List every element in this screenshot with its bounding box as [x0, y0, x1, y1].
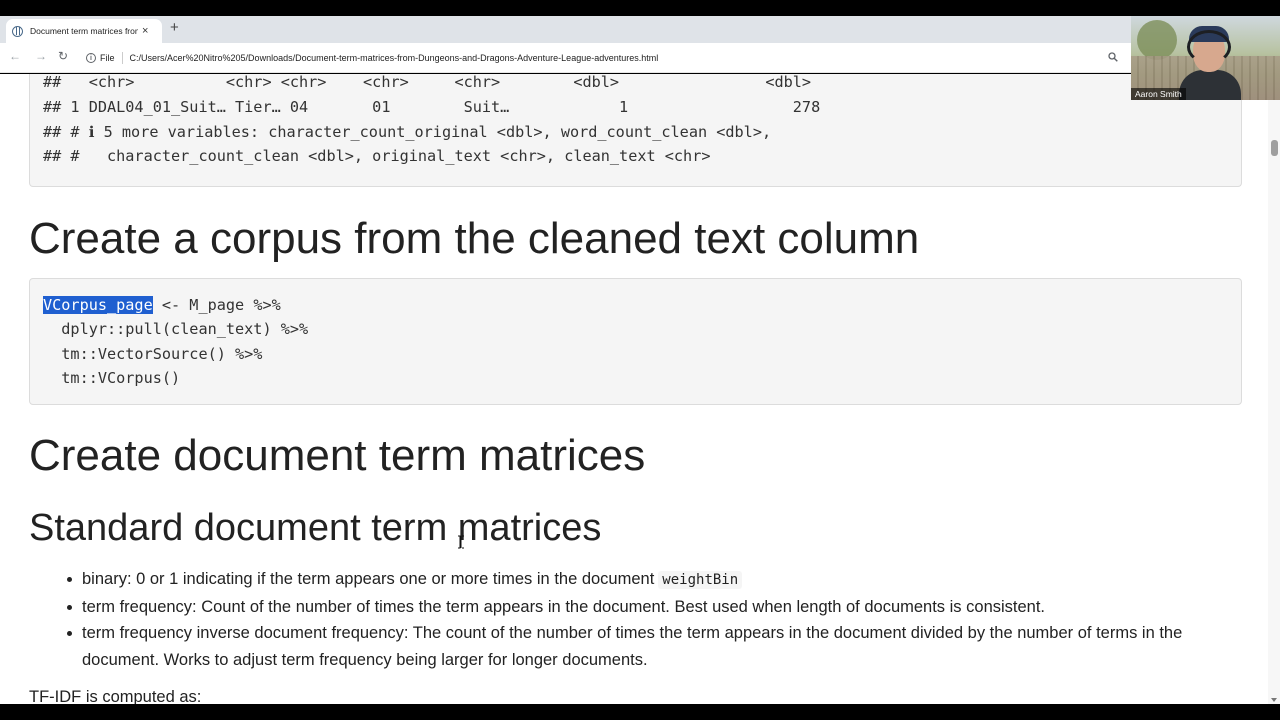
subsection-heading-standard: Standard document term matrices	[29, 507, 602, 549]
headset-icon	[1187, 30, 1231, 64]
scroll-down-arrow-icon[interactable]	[1271, 698, 1277, 702]
url-text[interactable]: C:/Users/Acer%20Nitro%205/Downloads/Docu…	[130, 53, 659, 63]
section-heading-corpus: Create a corpus from the cleaned text co…	[29, 214, 920, 263]
browser-tab-active[interactable]: Document term matrices from D ×	[6, 19, 162, 43]
info-icon[interactable]: i	[86, 53, 96, 63]
tfidf-intro-text: TF-IDF is computed as:	[29, 688, 202, 704]
back-arrow-icon[interactable]: ←	[9, 50, 21, 62]
omnibox-divider	[121, 52, 123, 64]
list-item: term frequency: Count of the number of t…	[62, 594, 1232, 621]
tab-strip: Document term matrices from D × +	[0, 16, 1280, 43]
list-item: binary: 0 or 1 indicating if the term ap…	[62, 566, 1232, 594]
output-line: ## 1 DDAL04_01_Suit… Tier… 04 01 Suit… 1…	[43, 98, 821, 116]
scroll-thumb[interactable]	[1271, 140, 1278, 156]
bullet-text: binary: 0 or 1 indicating if the term ap…	[82, 570, 655, 588]
browser-toolbar: ← → ↻ i File C:/Users/Acer%20Nitro%205/D…	[0, 43, 1280, 73]
selected-text[interactable]: VCorpus_page	[43, 296, 153, 314]
address-bar[interactable]: i File C:/Users/Acer%20Nitro%205/Downloa…	[80, 47, 1128, 69]
webcam-overlay: Aaron Smith	[1131, 16, 1280, 100]
code-line-4: tm::VCorpus()	[43, 369, 181, 387]
r-code-block[interactable]: VCorpus_page <- M_page %>% dplyr::pull(c…	[29, 278, 1242, 405]
screen-bottom-border	[0, 704, 1280, 720]
cam-background-tree	[1137, 20, 1177, 60]
forward-arrow-icon[interactable]: →	[35, 50, 47, 62]
output-line: ## <chr> <chr> <chr> <chr> <chr> <dbl> <…	[43, 74, 812, 91]
code-text: <- M_page %>%	[152, 296, 281, 314]
vertical-scrollbar[interactable]	[1268, 74, 1280, 704]
reload-icon[interactable]: ↻	[58, 50, 68, 62]
tab-title: Document term matrices from D	[30, 26, 138, 36]
scheme-label: File	[100, 53, 115, 63]
output-line: ## # character_count_clean <dbl>, origin…	[43, 147, 711, 165]
text-cursor-icon	[458, 535, 464, 549]
list-item: term frequency inverse document frequenc…	[62, 620, 1232, 673]
zoom-icon[interactable]	[1108, 52, 1118, 62]
section-heading-dtm: Create document term matrices	[29, 431, 646, 480]
bullet-list: binary: 0 or 1 indicating if the term ap…	[62, 566, 1232, 673]
screen-top-border	[0, 0, 1280, 16]
new-tab-button[interactable]: +	[170, 20, 179, 35]
tab-close-icon[interactable]: ×	[142, 25, 148, 37]
output-code-block: ## <chr> <chr> <chr> <chr> <chr> <dbl> <…	[29, 74, 1242, 187]
code-line-3: tm::VectorSource() %>%	[43, 345, 263, 363]
globe-icon	[12, 25, 23, 37]
output-line: ## # ℹ 5 more variables: character_count…	[43, 123, 772, 141]
code-line-2: dplyr::pull(clean_text) %>%	[43, 320, 309, 338]
cam-person	[1179, 70, 1241, 100]
webcam-name-label: Aaron Smith	[1131, 88, 1186, 100]
code-line-1: VCorpus_page <- M_page %>%	[43, 295, 281, 315]
page-content: ## <chr> <chr> <chr> <chr> <chr> <dbl> <…	[0, 74, 1280, 704]
inline-code: weightBin	[658, 571, 743, 589]
